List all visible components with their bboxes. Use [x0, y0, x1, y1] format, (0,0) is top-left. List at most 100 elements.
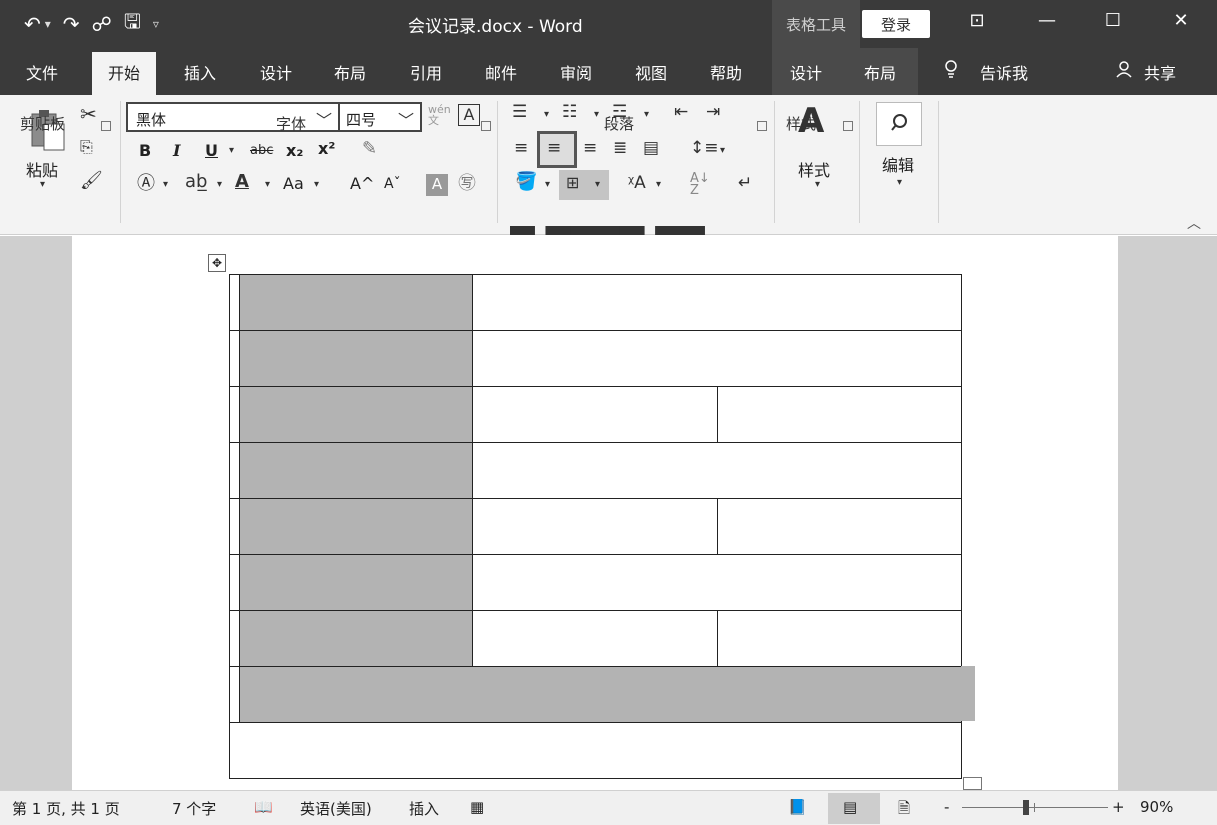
table-cell[interactable]	[229, 442, 240, 499]
chinese-layout-dropdown-icon[interactable]: ▾	[656, 180, 661, 190]
macro-record-icon[interactable]: ▦	[470, 798, 484, 816]
minimize-icon[interactable]: —	[1032, 10, 1062, 31]
maximize-icon[interactable]: ☐	[1098, 10, 1128, 31]
shrink-font-button[interactable]: Aˇ	[384, 176, 401, 192]
tab-mailings[interactable]: 邮件	[485, 60, 517, 84]
table-cell[interactable]	[472, 442, 962, 499]
bold-button[interactable]: B	[139, 141, 151, 160]
justify-icon[interactable]: ≣	[613, 140, 627, 157]
table-cell-shaded[interactable]	[239, 386, 473, 443]
shading-dropdown-icon[interactable]: ▾	[545, 180, 550, 190]
editing-button[interactable]: 编辑	[882, 152, 914, 176]
underline-button[interactable]: U	[205, 141, 218, 160]
table-cell[interactable]	[229, 386, 240, 443]
collapse-ribbon-icon[interactable]: ︿	[1187, 217, 1201, 231]
tell-me-search[interactable]: 告诉我	[980, 60, 1028, 84]
word-count[interactable]: 7 个字	[172, 798, 216, 819]
character-shading-icon[interactable]: A	[426, 174, 448, 196]
table-cell-shaded[interactable]	[239, 442, 473, 499]
bullets-dropdown-icon[interactable]: ▾	[544, 110, 549, 120]
align-left-icon[interactable]: ≡	[514, 140, 528, 157]
borders-dropdown-icon[interactable]: ▾	[595, 180, 600, 190]
cut-icon[interactable]: ✂	[80, 104, 97, 124]
tab-file[interactable]: 文件	[26, 60, 58, 84]
proofing-icon[interactable]: 📖	[254, 798, 273, 816]
highlight-color-icon[interactable]: ab̲	[185, 173, 207, 191]
format-painter-icon[interactable]: 🖌	[80, 172, 103, 190]
tab-table-design[interactable]: 设计	[790, 60, 822, 84]
print-layout-icon[interactable]: ▤	[843, 798, 857, 816]
align-right-icon[interactable]: ≡	[583, 140, 597, 157]
table-cell-shaded[interactable]	[239, 554, 473, 611]
font-name-dropdown[interactable]: 黑体 ﹀	[126, 102, 340, 132]
character-border-icon[interactable]: A	[458, 104, 480, 126]
zoom-percent[interactable]: 90%	[1140, 798, 1173, 816]
table-cell[interactable]	[472, 274, 962, 331]
distributed-icon[interactable]: ▤	[643, 140, 659, 157]
line-spacing-icon[interactable]: ↕≡	[690, 140, 719, 157]
table-cell-shaded[interactable]	[239, 610, 473, 667]
multilevel-dropdown-icon[interactable]: ▾	[644, 110, 649, 120]
document-table[interactable]	[229, 274, 962, 779]
italic-button[interactable]: I	[173, 141, 180, 160]
read-mode-icon[interactable]: 📘	[788, 798, 807, 816]
table-cell[interactable]	[472, 386, 718, 443]
close-icon[interactable]: ✕	[1166, 10, 1196, 31]
phonetic-guide-icon[interactable]: wén 文	[428, 104, 451, 126]
enclose-characters-icon[interactable]: ㊢	[458, 175, 476, 193]
table-move-handle-icon[interactable]: ✥	[208, 254, 226, 272]
line-spacing-dropdown-icon[interactable]: ▾	[720, 146, 725, 156]
shading-icon[interactable]: 🪣	[515, 173, 537, 191]
decrease-indent-icon[interactable]: ⇤	[674, 104, 688, 121]
table-cell-shaded[interactable]	[239, 498, 473, 555]
zoom-slider-track[interactable]	[962, 807, 1108, 808]
text-effects-icon[interactable]: Ⓐ	[137, 175, 155, 193]
table-cell[interactable]	[472, 498, 718, 555]
highlight-dropdown-icon[interactable]: ▾	[217, 180, 222, 190]
ribbon-display-icon[interactable]: ⊡	[962, 10, 992, 31]
table-cell[interactable]	[229, 722, 962, 779]
grow-font-button[interactable]: A^	[350, 174, 374, 193]
numbering-dropdown-icon[interactable]: ▾	[594, 110, 599, 120]
tab-design[interactable]: 设计	[260, 60, 292, 84]
table-cell[interactable]	[472, 330, 962, 387]
change-case-button[interactable]: Aa	[283, 174, 304, 193]
text-effects-dropdown-icon[interactable]: ▾	[163, 180, 168, 190]
increase-indent-icon[interactable]: ⇥	[706, 104, 720, 121]
table-cell-shaded[interactable]	[239, 274, 473, 331]
copy-icon[interactable]: ⎘	[80, 139, 93, 155]
web-layout-icon[interactable]: 🗎	[898, 798, 910, 823]
tab-view[interactable]: 视图	[635, 60, 667, 84]
redo-icon[interactable]: ↷	[63, 12, 80, 36]
styles-dropdown-icon[interactable]: ▾	[815, 180, 820, 190]
zoom-in-button[interactable]: +	[1112, 798, 1125, 816]
table-cell[interactable]	[472, 554, 962, 611]
table-cell[interactable]	[717, 386, 962, 443]
font-color-icon[interactable]: A	[235, 173, 249, 191]
tab-review[interactable]: 审阅	[560, 60, 592, 84]
numbering-icon[interactable]: ☷	[562, 104, 577, 121]
touch-mode-icon[interactable]: ☍	[92, 12, 112, 36]
page-info[interactable]: 第 1 页, 共 1 页	[12, 798, 120, 819]
paragraph-launcher-icon[interactable]	[757, 121, 767, 131]
table-cell[interactable]	[229, 274, 240, 331]
tab-insert[interactable]: 插入	[184, 60, 216, 84]
change-case-dropdown-icon[interactable]: ▾	[314, 180, 319, 190]
table-cell[interactable]	[229, 330, 240, 387]
share-button[interactable]: 共享	[1144, 60, 1176, 84]
login-button[interactable]: 登录	[862, 10, 930, 38]
share-user-icon[interactable]	[1116, 60, 1134, 82]
editing-dropdown-icon[interactable]: ▾	[897, 178, 902, 188]
borders-icon[interactable]: ⊞	[566, 175, 579, 191]
undo-dropdown-icon[interactable]: ▾	[45, 17, 51, 31]
table-cell[interactable]	[229, 666, 240, 723]
zoom-slider-thumb[interactable]	[1023, 800, 1029, 815]
paste-dropdown-icon[interactable]: ▾	[40, 180, 45, 190]
tab-layout[interactable]: 布局	[334, 60, 366, 84]
chinese-layout-icon[interactable]: ᵡA	[628, 175, 646, 192]
table-cell[interactable]	[229, 610, 240, 667]
paste-button[interactable]: 粘贴	[26, 157, 58, 181]
zoom-out-button[interactable]: -	[944, 798, 949, 816]
language-indicator[interactable]: 英语(美国)	[300, 798, 372, 819]
clear-formatting-icon[interactable]: ✎	[362, 140, 377, 158]
